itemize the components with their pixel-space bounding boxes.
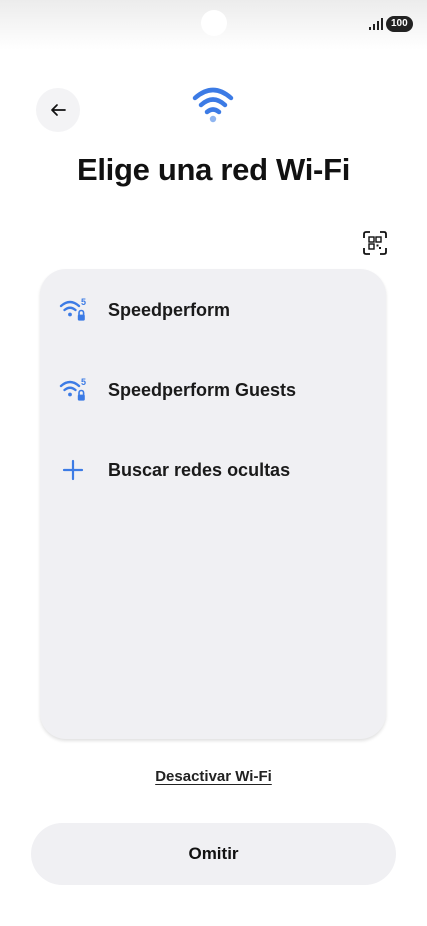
page-title: Elige una red Wi-Fi bbox=[76, 152, 351, 187]
wifi-icon bbox=[192, 87, 234, 123]
back-arrow-icon bbox=[51, 104, 66, 116]
plus-icon bbox=[62, 459, 84, 481]
front-camera bbox=[201, 10, 227, 36]
signal-icon bbox=[369, 18, 383, 30]
network-item-speedperform[interactable]: 5 Speedperform bbox=[40, 280, 386, 340]
network-name: Speedperform Guests bbox=[108, 379, 297, 400]
qr-code-scan-icon bbox=[363, 231, 387, 255]
svg-text:5: 5 bbox=[81, 297, 86, 307]
search-hidden-networks-label: Buscar redes ocultas bbox=[108, 459, 291, 480]
svg-text:5: 5 bbox=[81, 377, 86, 387]
wifi-5ghz-lock-icon: 5 bbox=[59, 377, 86, 401]
back-button[interactable] bbox=[36, 88, 80, 132]
status-bar: 100 bbox=[0, 0, 427, 50]
wifi-5ghz-lock-icon: 5 bbox=[59, 297, 86, 321]
search-hidden-networks-button[interactable]: Buscar redes ocultas bbox=[40, 440, 386, 500]
qr-scan-button[interactable] bbox=[360, 228, 390, 258]
deactivate-wifi-link[interactable]: Desactivar Wi-Fi bbox=[0, 768, 427, 785]
network-name: Speedperform bbox=[108, 299, 231, 320]
skip-button[interactable]: Omitir bbox=[31, 823, 396, 885]
network-list: 5 Speedperform 5 Speedperform Guests Bus… bbox=[40, 269, 386, 739]
battery-icon: 100 bbox=[386, 16, 413, 32]
network-item-speedperform-guests[interactable]: 5 Speedperform Guests bbox=[40, 360, 386, 420]
